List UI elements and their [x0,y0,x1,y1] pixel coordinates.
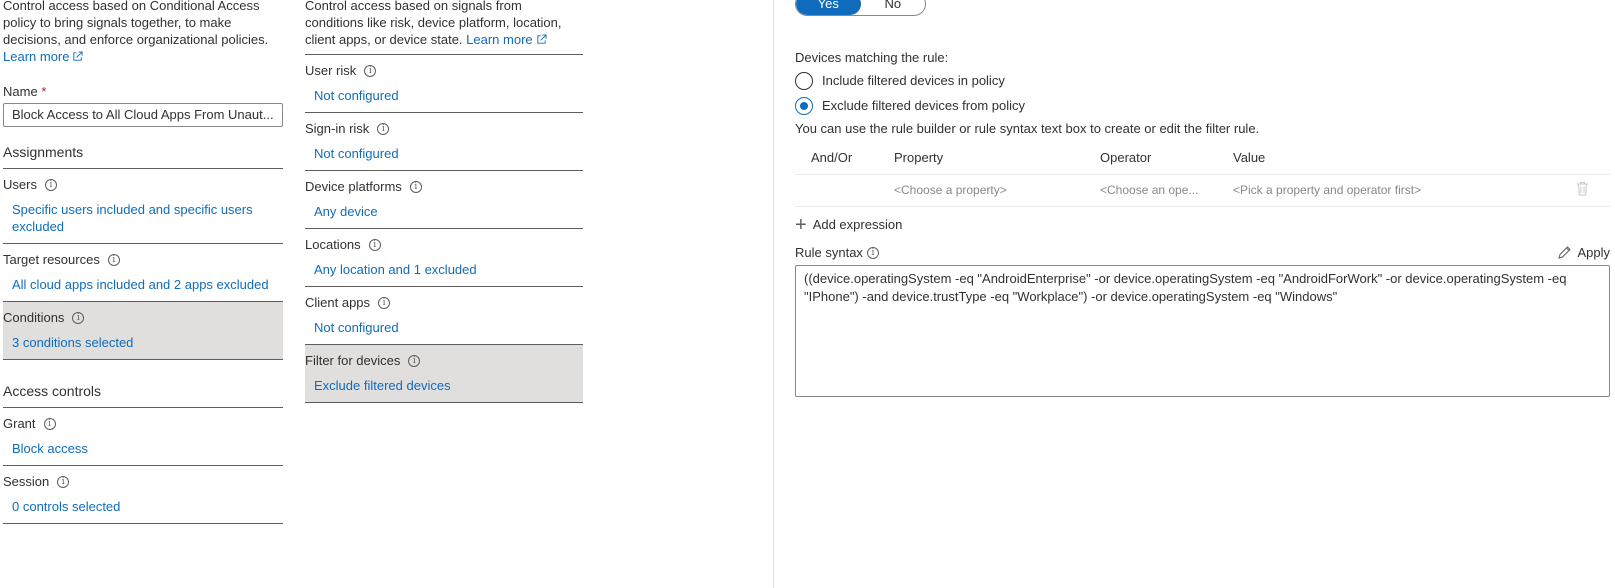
panel-divider [773,0,774,588]
filter-for-devices-value-link[interactable]: Exclude filtered devices [305,377,583,394]
device-platforms-value-link[interactable]: Any device [305,203,583,220]
row-title: User risk [305,63,357,78]
info-icon[interactable]: i [368,238,381,251]
rule-builder-table: And/Or Property Operator Value <Choose a… [795,142,1610,207]
plus-icon: + [795,213,807,236]
info-icon[interactable]: i [72,311,85,324]
conditions-panel: Control access based on signals from con… [305,0,583,403]
info-icon[interactable]: i [408,354,421,367]
target-resources-value-link[interactable]: All cloud apps included and 2 apps exclu… [3,276,283,293]
info-icon[interactable]: i [377,122,390,135]
table-header-row: And/Or Property Operator Value [795,142,1610,175]
property-dropdown[interactable]: <Choose a property> [878,174,1084,207]
info-icon[interactable]: i [44,178,57,191]
policy-name-input[interactable]: Block Access to All Cloud Apps From Unau… [3,103,283,127]
condition-row-filter-for-devices[interactable]: Filter for devices i Exclude filtered dev… [305,345,583,403]
conditions-value-link[interactable]: 3 conditions selected [3,334,283,351]
andor-cell [795,174,878,207]
radio-button[interactable] [795,71,813,90]
learn-more-link[interactable]: Learn more [3,49,84,64]
rule-syntax-textbox[interactable]: ((device.operatingSystem -eq "AndroidEnt… [795,264,1610,397]
info-icon[interactable]: i [43,417,56,430]
row-title: Session [3,474,50,489]
rule-syntax-header: Rule syntax i Apply [795,244,1610,262]
apply-label: Apply [1577,245,1610,260]
add-expression-button[interactable]: + Add expression [795,215,1610,235]
radio-include-filtered[interactable]: Include filtered devices in policy [795,68,1610,93]
user-risk-value-link[interactable]: Not configured [305,87,583,104]
condition-row-locations[interactable]: Locations i Any location and 1 excluded [305,229,583,287]
value-input[interactable]: <Pick a property and operator first> [1217,174,1554,207]
policy-intro-text: Control access based on Conditional Acce… [3,0,269,64]
column-andor: And/Or [795,142,878,175]
assignments-heading: Assignments [3,143,283,169]
row-title: Sign-in risk [305,121,370,136]
info-icon[interactable]: i [364,64,377,77]
access-controls-heading: Access controls [3,382,283,408]
learn-more-link[interactable]: Learn more [466,32,547,47]
assignment-row-target-resources[interactable]: Target resources i All cloud apps include… [3,244,283,302]
toggle-yes[interactable]: Yes [796,0,861,15]
row-title: Target resources [3,252,100,267]
assignment-row-conditions[interactable]: Conditions i 3 conditions selected [3,302,283,360]
radio-exclude-filtered[interactable]: Exclude filtered devices from policy [795,93,1610,118]
info-icon[interactable]: i [107,253,120,266]
configure-toggle[interactable]: Yes No [795,0,926,16]
condition-row-sign-in-risk[interactable]: Sign-in risk i Not configured [305,113,583,171]
radio-label: Exclude filtered devices from policy [822,98,1026,113]
control-row-session[interactable]: Session i 0 controls selected [3,466,283,524]
pencil-icon [1558,246,1572,259]
radio-button-checked[interactable] [795,96,813,115]
session-value-link[interactable]: 0 controls selected [3,498,283,515]
info-icon[interactable]: i [409,180,422,193]
conditions-intro-text: Control access based on signals from con… [305,0,583,55]
users-value-link[interactable]: Specific users included and specific use… [3,201,283,235]
column-property: Property [878,142,1084,175]
info-icon[interactable]: i [57,475,70,488]
row-title: Grant [3,416,36,431]
column-actions [1554,142,1610,175]
row-title: Users [3,177,37,192]
client-apps-value-link[interactable]: Not configured [305,319,583,336]
sign-in-risk-value-link[interactable]: Not configured [305,145,583,162]
locations-value-link[interactable]: Any location and 1 excluded [305,261,583,278]
info-icon[interactable]: i [378,296,391,309]
add-expression-label: Add expression [812,217,903,232]
rule-builder-hint: You can use the rule builder or rule syn… [795,121,1260,136]
operator-dropdown[interactable]: <Choose an ope... [1084,174,1217,207]
row-title: Client apps [305,295,371,310]
trash-icon[interactable] [1576,181,1589,196]
condition-row-user-risk[interactable]: User risk i Not configured [305,55,583,113]
column-operator: Operator [1084,142,1217,175]
row-title: Filter for devices [305,353,401,368]
row-title: Locations [305,237,361,252]
delete-cell [1554,174,1610,207]
rule-syntax-label: Rule syntax [795,245,863,260]
control-row-grant[interactable]: Grant i Block access [3,408,283,466]
column-value: Value [1217,142,1554,175]
condition-row-client-apps[interactable]: Client apps i Not configured [305,287,583,345]
assignment-row-users[interactable]: Users i Specific users included and speci… [3,169,283,244]
row-title: Device platforms [305,179,402,194]
required-marker: * [41,84,47,99]
row-title: Conditions [3,310,65,325]
policy-assignments-panel: Control access based on Conditional Acce… [3,0,283,524]
apply-button[interactable]: Apply [1557,245,1610,260]
devices-matching-label: Devices matching the rule: [795,50,949,65]
name-label: Name * [3,84,47,99]
table-row: <Choose a property> <Choose an ope... <P… [795,174,1610,207]
grant-value-link[interactable]: Block access [3,440,283,457]
radio-label: Include filtered devices in policy [822,73,1005,88]
condition-row-device-platforms[interactable]: Device platforms i Any device [305,171,583,229]
info-icon[interactable]: i [866,246,879,259]
toggle-no[interactable]: No [861,0,926,15]
external-link-icon [73,51,84,61]
external-link-icon [537,34,547,44]
